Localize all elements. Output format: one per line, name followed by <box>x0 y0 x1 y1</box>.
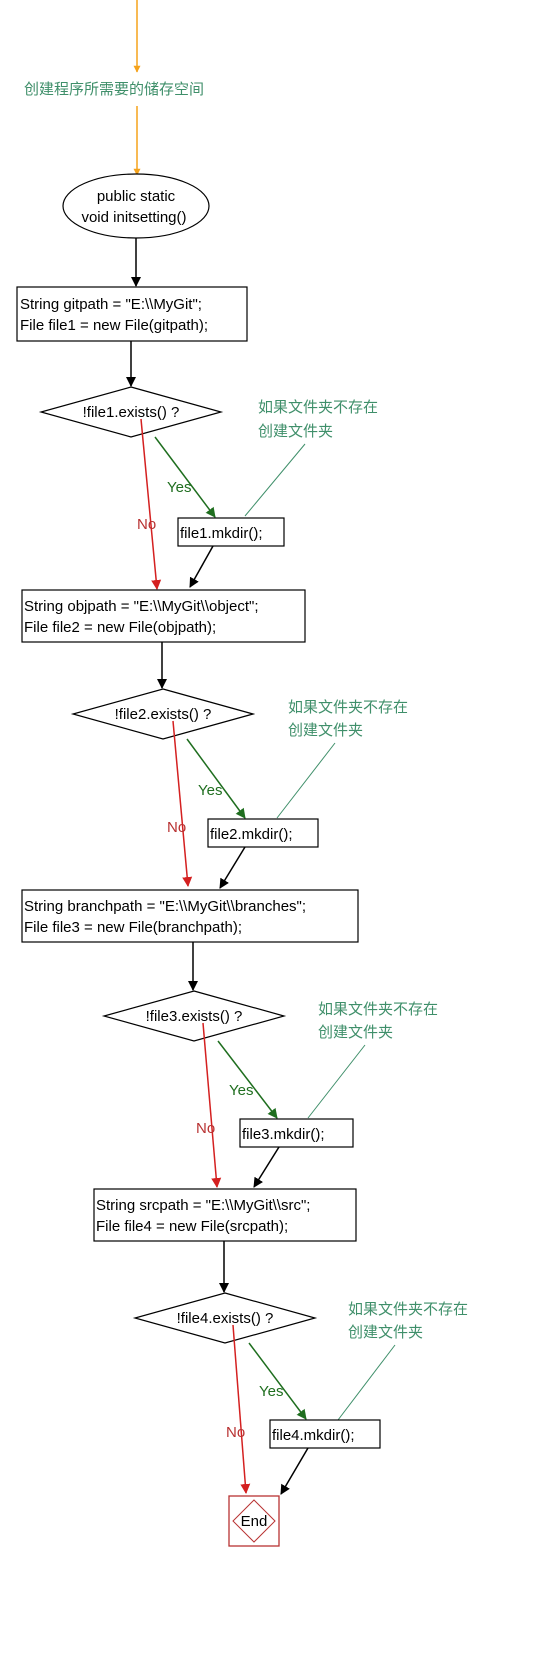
comment-4-line2: 创建文件夹 <box>348 1323 423 1341</box>
comment-4-connector <box>337 1344 396 1421</box>
flowchart: 创建程序所需要的储存空间 public static void initsett… <box>16 0 468 1547</box>
start-node-line2: void initsetting() <box>81 209 186 226</box>
comment-1-line1: 如果文件夹不存在 <box>258 398 378 416</box>
yes-label-3: Yes <box>229 1082 253 1099</box>
comment-3-connector <box>307 1044 366 1119</box>
yes-arrow-2 <box>186 738 246 819</box>
no-arrow-2 <box>172 720 193 887</box>
action-2-label: file2.mkdir(); <box>210 826 293 843</box>
comment-1-line2: 创建文件夹 <box>258 422 333 440</box>
merge-arrow-4 <box>280 1447 309 1495</box>
no-arrow-3 <box>202 1022 222 1188</box>
action-1-label: file1.mkdir(); <box>180 525 263 542</box>
decision-2-label: !file2.exists() ? <box>115 706 212 723</box>
decision-1-label: !file1.exists() ? <box>83 404 180 421</box>
no-label-3: No <box>196 1120 215 1137</box>
comment-2-line1: 如果文件夹不存在 <box>288 698 408 716</box>
intro-label: 创建程序所需要的储存空间 <box>24 80 204 98</box>
comment-1-connector <box>244 443 306 517</box>
no-arrow-4 <box>232 1324 251 1494</box>
no-label-4: No <box>226 1424 245 1441</box>
yes-arrow-1 <box>154 436 216 518</box>
process-block-2-line1: String objpath = "E:\\MyGit\\object"; <box>24 598 259 615</box>
merge-arrow-2 <box>219 846 246 889</box>
init-block-line2: File file1 = new File(gitpath); <box>20 317 208 334</box>
decision-4-label: !file4.exists() ? <box>177 1310 274 1327</box>
comment-3-line1: 如果文件夹不存在 <box>318 1000 438 1018</box>
yes-arrow-3 <box>217 1040 278 1119</box>
action-4-label: file4.mkdir(); <box>272 1427 355 1444</box>
process-block-4-line1: String srcpath = "E:\\MyGit\\src"; <box>96 1197 310 1214</box>
process-block-2-line2: File file2 = new File(objpath); <box>24 619 216 636</box>
merge-arrow-3 <box>253 1146 280 1188</box>
yes-label-4: Yes <box>259 1383 283 1400</box>
no-label-1: No <box>137 516 156 533</box>
no-arrow-1 <box>140 418 162 590</box>
merge-arrow-1 <box>189 545 214 588</box>
comment-2-line2: 创建文件夹 <box>288 721 363 739</box>
yes-label-2: Yes <box>198 782 222 799</box>
comment-2-connector <box>276 742 336 819</box>
action-3-label: file3.mkdir(); <box>242 1126 325 1143</box>
start-node <box>62 173 210 239</box>
end-node-label: End <box>241 1513 268 1530</box>
decision-3-label: !file3.exists() ? <box>146 1008 243 1025</box>
process-block-3-line2: File file3 = new File(branchpath); <box>24 919 242 936</box>
yes-arrow-4 <box>248 1342 307 1420</box>
no-label-2: No <box>167 819 186 836</box>
start-node-line1: public static <box>97 188 176 205</box>
comment-3-line2: 创建文件夹 <box>318 1023 393 1041</box>
comment-4-line1: 如果文件夹不存在 <box>348 1300 468 1318</box>
init-block-line1: String gitpath = "E:\\MyGit"; <box>20 296 202 313</box>
yes-label-1: Yes <box>167 479 191 496</box>
process-block-3-line1: String branchpath = "E:\\MyGit\\branches… <box>24 898 306 915</box>
process-block-4-line2: File file4 = new File(srcpath); <box>96 1218 288 1235</box>
